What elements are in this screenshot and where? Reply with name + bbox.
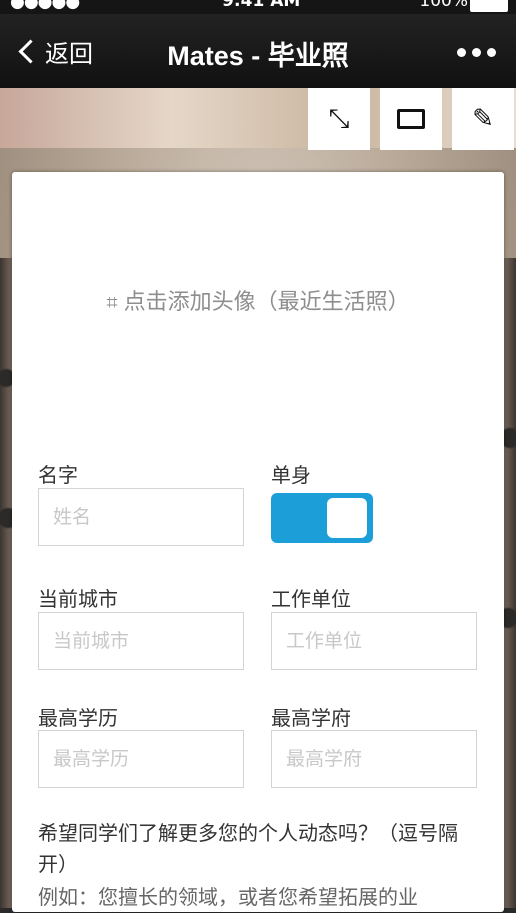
name-field[interactable] — [38, 488, 244, 546]
work-field[interactable] — [271, 612, 477, 670]
single-toggle[interactable] — [271, 493, 373, 543]
status-bar: ●●●●● 9:41 AM 100% — [0, 0, 516, 14]
name-label: 名字 — [38, 463, 78, 487]
dynamics-example: 例如：您擅长的领域，或者您希望拓展的业 — [38, 885, 418, 909]
education-label: 最高学历 — [38, 706, 118, 730]
education-field[interactable] — [38, 730, 244, 788]
school-label: 最高学府 — [271, 706, 351, 730]
aspect-button[interactable] — [380, 88, 442, 150]
more-button[interactable] — [457, 48, 496, 57]
rectangle-icon — [397, 109, 425, 129]
profile-form-card: ⌗点击添加头像（最近生活照） 名字 单身 当前城市 工作单位 最高学历 最高学府… — [12, 172, 504, 912]
work-label: 工作单位 — [271, 587, 351, 611]
crop-icon: ⌗ — [106, 290, 118, 314]
school-field[interactable] — [271, 730, 477, 788]
signal-icon: ●●●●● — [10, 0, 80, 12]
dot-icon — [487, 48, 496, 57]
single-label: 单身 — [271, 463, 311, 487]
magic-wand-button[interactable]: ✎ — [452, 88, 514, 150]
city-field[interactable] — [38, 612, 244, 670]
dot-icon — [472, 48, 481, 57]
add-avatar-button[interactable]: ⌗ 点击添加头像（最近生活照） — [12, 284, 504, 316]
status-time: 9:41 AM — [222, 0, 301, 11]
compress-icon: ⤡ — [328, 103, 350, 134]
dot-icon — [457, 48, 466, 57]
avatar-prompt: 点击添加头像（最近生活照） — [123, 290, 410, 315]
battery-percent: 100% — [419, 0, 468, 11]
dynamics-question: 希望同学们了解更多您的个人动态吗？（逗号隔开） — [38, 821, 458, 876]
magic-wand-icon: ✎ — [472, 104, 494, 134]
page-title: Mates - 毕业照 — [167, 41, 349, 71]
compress-button[interactable]: ⤡ — [308, 88, 370, 150]
battery-icon — [470, 0, 508, 12]
nav-bar: 返回 Mates - 毕业照 — [0, 14, 516, 88]
toggle-knob — [327, 498, 367, 538]
city-label: 当前城市 — [38, 587, 118, 611]
